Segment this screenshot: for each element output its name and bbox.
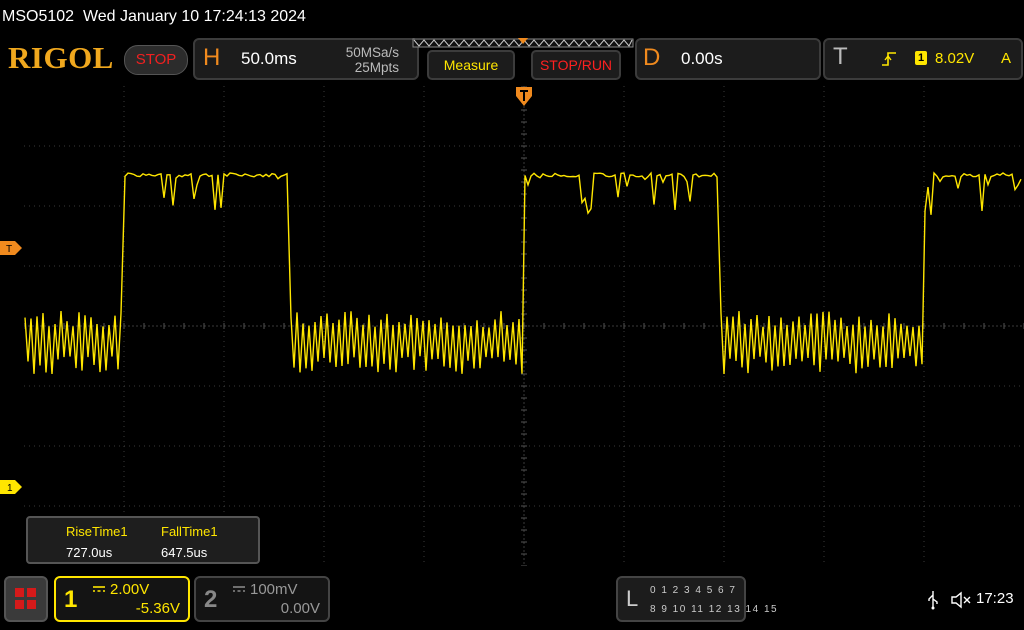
channel-offset: -5.36V: [135, 600, 180, 617]
ch1-offset-marker[interactable]: 1: [0, 480, 22, 494]
measurement-results[interactable]: RiseTime1 727.0us FallTime1 647.5us: [26, 516, 260, 564]
memory-position-bar: [412, 38, 634, 48]
ch1-offset-marker-label: 1: [7, 483, 13, 494]
ch1-waveform: [24, 171, 1022, 375]
system-clock: 17:23: [976, 590, 1014, 607]
top-bar: RIGOL STOP H 50.0ms 50MSa/s 25Mpts Measu…: [0, 34, 1024, 84]
channel-scale: 2.00V: [110, 581, 150, 598]
channel-number: 1: [64, 586, 78, 613]
channel-2-panel[interactable]: 2 100mV 0.00V: [194, 576, 330, 622]
bottom-bar: 1 2.00V -5.36V 2 100mV 0.00V L 0 1 2 3 4…: [0, 570, 1024, 630]
delay-letter: D: [643, 44, 661, 71]
trigger-panel[interactable]: T 1 8.02V A: [823, 38, 1023, 80]
measurement-value: 727.0us: [66, 545, 113, 560]
measurement-value: 647.5us: [161, 545, 208, 560]
trigger-level-marker-label: T: [6, 244, 12, 255]
grid-icon: [15, 588, 37, 610]
timebase-value: 50.0ms: [241, 49, 297, 68]
logic-channels-row1: 0 1 2 3 4 5 6 7: [650, 585, 737, 596]
sample-rate: 50MSa/s: [345, 45, 399, 60]
status-line: MSO5102 Wed January 10 17:24:13 2024: [0, 0, 1024, 34]
run-state-badge[interactable]: STOP: [124, 45, 188, 75]
datetime: Wed January 10 17:24:13 2024: [82, 8, 306, 25]
logic-channels-row2: 8 9 10 11 12 13 14 15: [650, 604, 779, 615]
home-menu-button[interactable]: [4, 576, 48, 622]
channel-number: 2: [204, 586, 218, 613]
channel-scale: 100mV: [250, 581, 298, 598]
stop-run-button[interactable]: STOP/RUN: [531, 50, 621, 80]
trigger-letter: T: [833, 43, 848, 70]
horizontal-letter: H: [203, 44, 221, 71]
delay-value: 0.00s: [681, 49, 723, 68]
acquisition-info: 50MSa/s 25Mpts: [335, 45, 399, 75]
trigger-level: 8.02V: [935, 50, 975, 67]
horizontal-panel[interactable]: H 50.0ms 50MSa/s 25Mpts: [193, 38, 419, 80]
dc-coupling-icon: [93, 586, 105, 592]
trigger-level-marker[interactable]: T: [0, 241, 22, 255]
speaker-mute-icon[interactable]: [950, 590, 972, 610]
channel-offset: 0.00V: [280, 600, 320, 617]
logic-letter: L: [626, 586, 639, 611]
waveform-area[interactable]: [24, 86, 1024, 566]
usb-icon: [928, 591, 938, 610]
measurement-name: RiseTime1: [66, 524, 128, 539]
trigger-position-marker[interactable]: [515, 86, 533, 108]
measure-button[interactable]: Measure: [427, 50, 515, 80]
dc-coupling-icon: [233, 586, 245, 592]
logic-analyzer-panel[interactable]: L 0 1 2 3 4 5 6 7 8 9 10 11 12 13 14 15: [616, 576, 777, 622]
measurement-name: FallTime1: [161, 524, 218, 539]
model-name: MSO5102: [2, 8, 75, 25]
rising-edge-icon: [882, 52, 896, 66]
memory-depth: 25Mpts: [354, 60, 399, 75]
rigol-logo: RIGOL: [8, 40, 114, 75]
graticule: [24, 86, 1024, 566]
trigger-source-badge: 1: [915, 51, 927, 65]
delay-panel[interactable]: D 0.00s: [635, 38, 821, 80]
trigger-mode: A: [1001, 50, 1012, 67]
channel-1-panel[interactable]: 1 2.00V -5.36V: [54, 576, 190, 622]
